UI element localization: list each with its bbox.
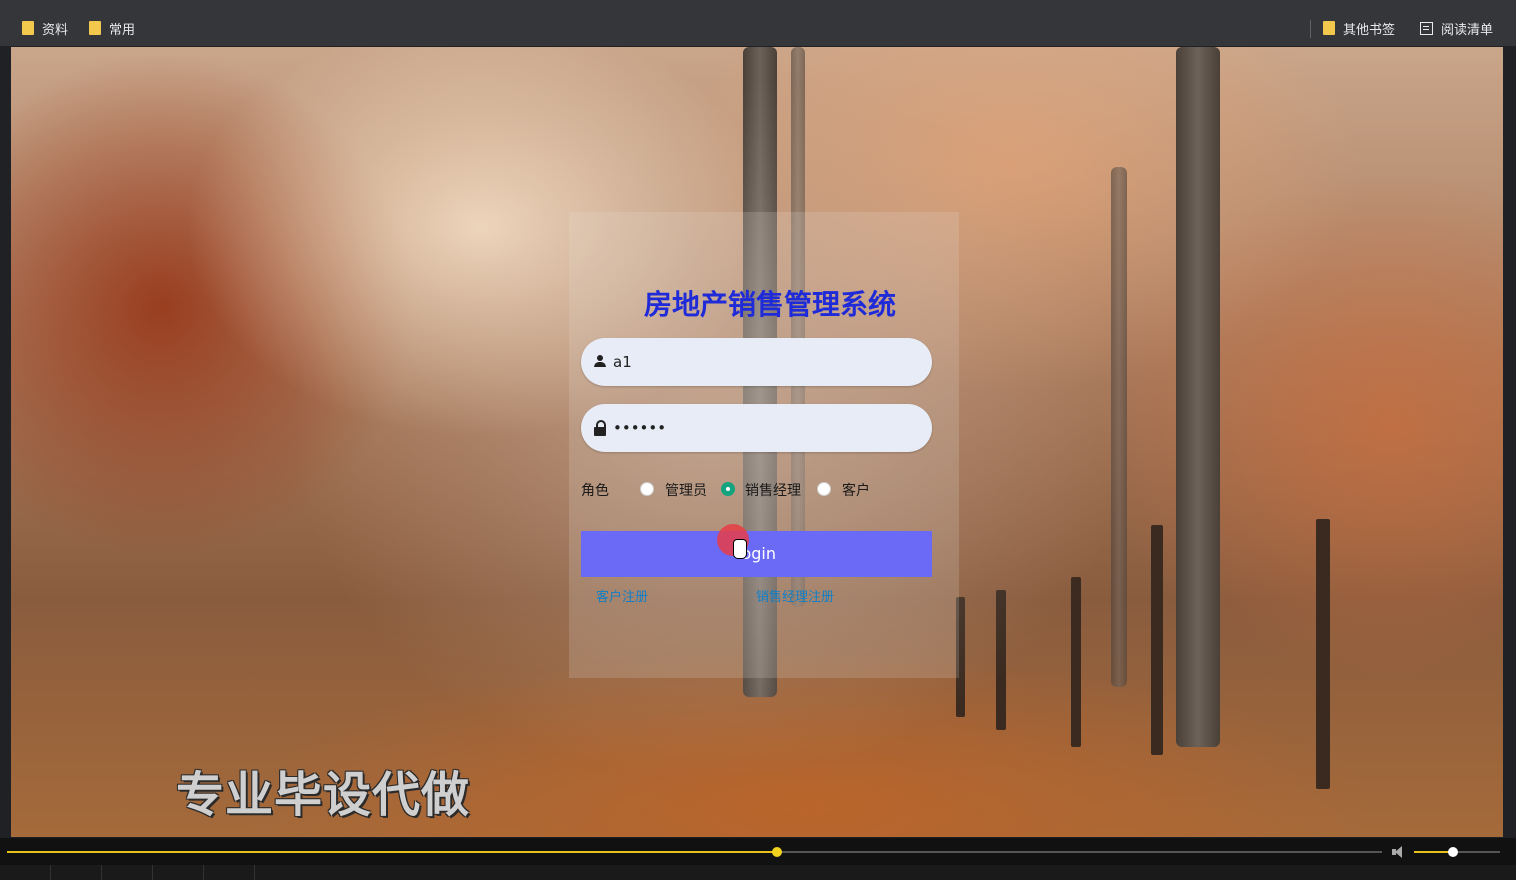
volume-slider[interactable]: [1414, 847, 1500, 857]
login-button[interactable]: login: [581, 531, 932, 577]
radio-sales-manager[interactable]: [721, 482, 735, 496]
volume-fill: [1414, 851, 1453, 853]
volume-icon[interactable]: [1392, 845, 1408, 859]
taskbar-slot[interactable]: [51, 865, 102, 880]
volume-thumb[interactable]: [1447, 847, 1458, 857]
user-icon: [593, 354, 607, 370]
taskbar-strip: [0, 865, 1516, 880]
page-title: 房地产销售管理系统: [643, 288, 896, 321]
radio-admin[interactable]: [640, 482, 654, 496]
reading-list[interactable]: 阅读清单: [1420, 18, 1493, 38]
role-selector: 角色 管理员 销售经理 客户: [581, 477, 941, 501]
other-bookmarks[interactable]: 其他书签: [1323, 18, 1395, 38]
video-player-bar: [0, 838, 1516, 880]
customer-register-link[interactable]: 客户注册: [596, 586, 648, 605]
page-viewport: 房地产销售管理系统 a1 •••••• 角色 管理员 销售经理 客户 login…: [11, 47, 1503, 837]
password-field[interactable]: ••••••: [581, 404, 932, 452]
bookmark-folder-changyong[interactable]: 常用: [89, 18, 135, 38]
bookmark-label: 常用: [109, 22, 136, 38]
sales-manager-register-link[interactable]: 销售经理注册: [756, 586, 834, 605]
folder-icon: [22, 21, 34, 35]
bookmark-folder-ziliao[interactable]: 资料: [22, 18, 68, 38]
bookmarks-bar: 资料 常用 其他书签 阅读清单: [0, 8, 1516, 46]
browser-toolbar-edge: [0, 0, 1516, 8]
reading-list-label: 阅读清单: [1441, 22, 1494, 38]
hand-cursor-icon: [733, 539, 747, 559]
folder-icon: [1323, 21, 1335, 35]
taskbar-slot[interactable]: [102, 865, 153, 880]
lock-icon: [593, 420, 607, 436]
taskbar-slot[interactable]: [204, 865, 255, 880]
role-label: 角色: [581, 483, 609, 499]
radio-customer-label: 客户: [842, 483, 870, 499]
watermark-text: 专业毕设代做: [176, 767, 471, 823]
radio-sales-manager-label: 销售经理: [745, 483, 801, 499]
radio-customer[interactable]: [817, 482, 831, 496]
username-field[interactable]: a1: [581, 338, 932, 386]
folder-icon: [89, 21, 101, 35]
reading-list-icon: [1420, 21, 1433, 35]
taskbar-slot[interactable]: [0, 865, 51, 880]
seek-bar-fill: [7, 851, 777, 853]
seek-thumb[interactable]: [772, 847, 782, 857]
taskbar-slot[interactable]: [153, 865, 204, 880]
divider: [1310, 20, 1311, 38]
seek-bar[interactable]: [7, 847, 1382, 857]
username-value: a1: [613, 353, 632, 371]
password-value: ••••••: [613, 419, 667, 437]
other-bookmarks-label: 其他书签: [1343, 22, 1396, 38]
bookmark-label: 资料: [42, 22, 69, 38]
radio-admin-label: 管理员: [665, 483, 707, 499]
